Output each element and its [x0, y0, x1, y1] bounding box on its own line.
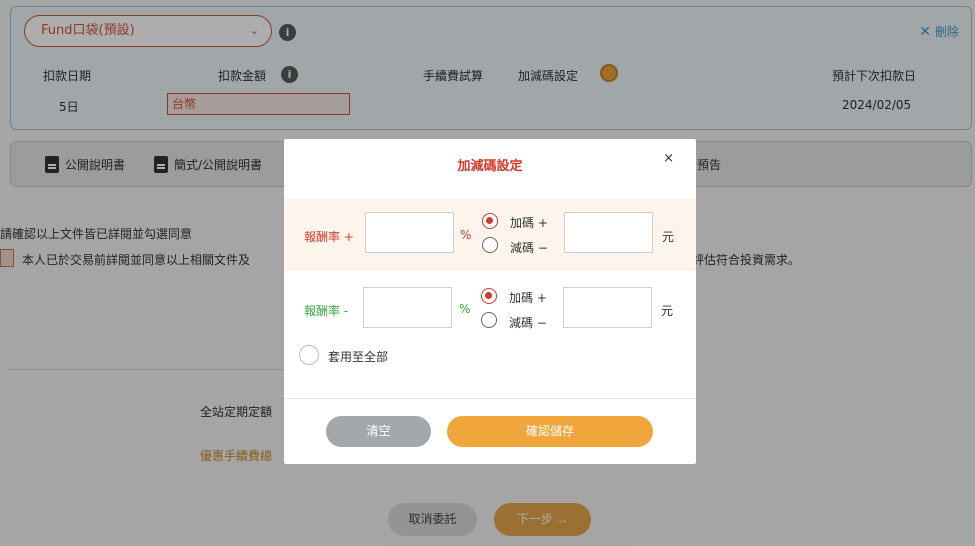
- apply-all-label: 套用至全部: [328, 350, 389, 364]
- plus-amount-input[interactable]: [564, 212, 653, 253]
- minus-rate-input[interactable]: [363, 287, 452, 328]
- plus-pct-symbol: %: [460, 228, 472, 242]
- plus-increase-label: 加碼 +: [510, 216, 548, 230]
- minus-decrease-radio[interactable]: [481, 312, 497, 328]
- plus-rate-label: 報酬率 +: [304, 230, 354, 244]
- plus-rate-input[interactable]: [365, 212, 454, 253]
- close-icon[interactable]: ×: [663, 151, 674, 166]
- minus-amount-input[interactable]: [563, 287, 652, 328]
- plus-decrease-radio[interactable]: [482, 237, 498, 253]
- modal-title: 加減碼設定: [457, 159, 523, 174]
- minus-increase-radio[interactable]: [481, 288, 497, 304]
- plus-decrease-label: 減碼 −: [510, 241, 548, 255]
- save-button[interactable]: 確認儲存: [447, 416, 653, 447]
- minus-rate-label: 報酬率 -: [304, 304, 349, 318]
- apply-all-radio[interactable]: [299, 345, 319, 365]
- minus-unit-label: 元: [661, 304, 674, 318]
- clear-button[interactable]: 清空: [326, 416, 431, 447]
- adjust-setting-modal: 加減碼設定 × 報酬率 + % 加碼 + 減碼 − 元 報酬率 - % 加碼 +…: [284, 139, 696, 464]
- plus-unit-label: 元: [662, 230, 675, 244]
- modal-divider: [284, 398, 696, 399]
- minus-increase-label: 加碼 +: [509, 291, 547, 305]
- minus-pct-symbol: %: [459, 302, 471, 316]
- minus-decrease-label: 減碼 −: [509, 316, 547, 330]
- plus-increase-radio[interactable]: [482, 213, 498, 229]
